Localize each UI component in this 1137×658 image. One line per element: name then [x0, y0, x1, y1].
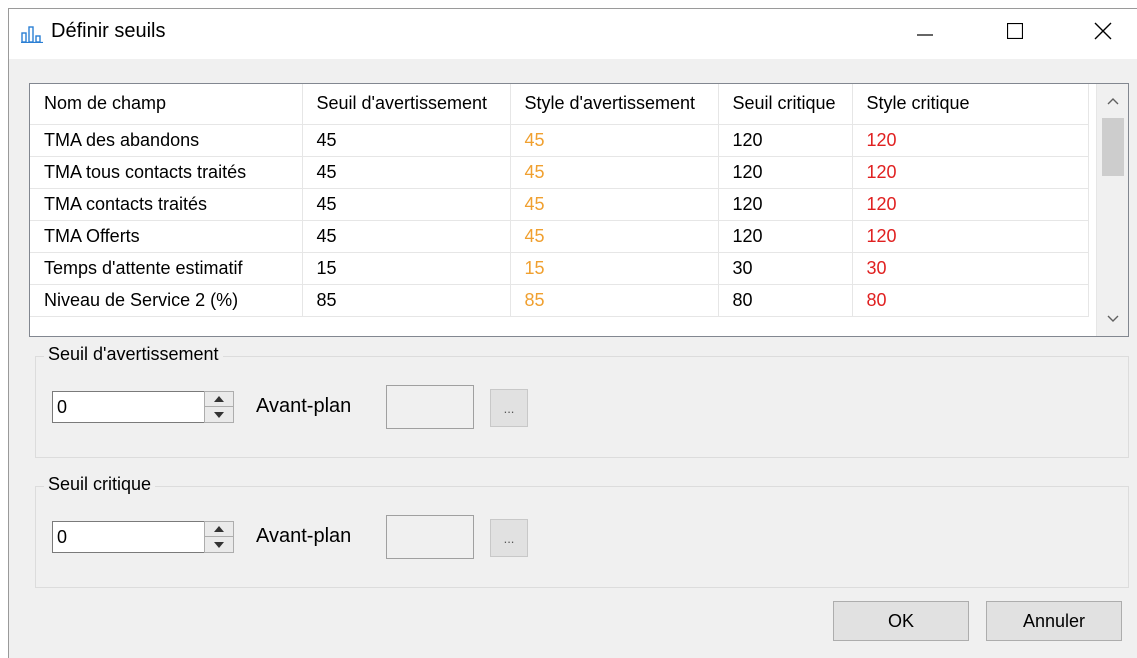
cell-critical-threshold[interactable]: 120: [718, 220, 853, 253]
critical-threshold-group: Seuil critique 0 Avant-plan ...: [35, 474, 1129, 588]
warning-threshold-spinner[interactable]: [204, 391, 234, 423]
column-header[interactable]: Nom de champ: [30, 84, 303, 125]
cell-warning-style[interactable]: 45: [510, 220, 719, 253]
cell-critical-style[interactable]: 30: [852, 252, 1089, 285]
critical-color-browse-button[interactable]: ...: [490, 519, 528, 557]
cell-field-name[interactable]: TMA des abandons: [30, 124, 303, 157]
critical-threshold-input[interactable]: 0: [52, 521, 206, 553]
header-row: Nom de champ Seuil d'avertissement Style…: [30, 84, 1089, 125]
maximize-button[interactable]: [987, 9, 1043, 53]
cell-critical-threshold[interactable]: 120: [718, 124, 853, 157]
cell-critical-style[interactable]: 120: [852, 220, 1089, 253]
cell-critical-style[interactable]: 80: [852, 284, 1089, 317]
cell-warning-style[interactable]: 85: [510, 284, 719, 317]
minimize-button[interactable]: [897, 9, 953, 53]
cell-warning-threshold[interactable]: 45: [302, 124, 511, 157]
cell-warning-threshold[interactable]: 85: [302, 284, 511, 317]
warning-color-browse-button[interactable]: ...: [490, 389, 528, 427]
chevron-up-icon: [1107, 98, 1119, 105]
column-header[interactable]: Style d'avertissement: [510, 84, 719, 125]
cancel-button[interactable]: Annuler: [986, 601, 1122, 641]
chevron-down-icon: [1107, 315, 1119, 322]
vertical-scrollbar[interactable]: [1096, 84, 1128, 336]
cell-field-name[interactable]: TMA contacts traités: [30, 188, 303, 221]
ok-button[interactable]: OK: [833, 601, 969, 641]
cell-critical-threshold[interactable]: 30: [718, 252, 853, 285]
cell-field-name[interactable]: Niveau de Service 2 (%): [30, 284, 303, 317]
cell-warning-threshold[interactable]: 45: [302, 188, 511, 221]
table-row[interactable]: TMA des abandons 45 45 120 120: [30, 124, 1089, 157]
thresholds-grid[interactable]: Nom de champ Seuil d'avertissement Style…: [29, 83, 1129, 337]
cell-field-name[interactable]: TMA Offerts: [30, 220, 303, 253]
warning-color-swatch: [386, 385, 474, 429]
foreground-label: Avant-plan: [256, 525, 352, 547]
cell-critical-style[interactable]: 120: [852, 156, 1089, 189]
table-row[interactable]: Temps d'attente estimatif 15 15 30 30: [30, 252, 1089, 285]
cell-warning-style[interactable]: 45: [510, 124, 719, 157]
cell-critical-threshold[interactable]: 80: [718, 284, 853, 317]
title-bar: Définir seuils: [9, 9, 1137, 59]
critical-threshold-spinner[interactable]: [204, 521, 234, 553]
foreground-label: Avant-plan: [256, 395, 352, 417]
cell-critical-style[interactable]: 120: [852, 124, 1089, 157]
table-row[interactable]: TMA contacts traités 45 45 120 120: [30, 188, 1089, 221]
window-title: Définir seuils: [51, 20, 166, 42]
warning-group-label: Seuil d'avertissement: [44, 344, 223, 365]
spin-down-icon: [214, 411, 224, 418]
table-row[interactable]: TMA Offerts 45 45 120 120: [30, 220, 1089, 253]
scroll-down-button[interactable]: [1097, 302, 1128, 336]
table-row[interactable]: Niveau de Service 2 (%) 85 85 80 80: [30, 284, 1089, 317]
cell-warning-style[interactable]: 45: [510, 188, 719, 221]
cell-critical-threshold[interactable]: 120: [718, 188, 853, 221]
critical-group-label: Seuil critique: [44, 474, 156, 495]
cell-warning-style[interactable]: 15: [510, 252, 719, 285]
critical-color-swatch: [386, 515, 474, 559]
dialog-window: Définir seuils Nom de champ Seuil d'aver…: [8, 8, 1137, 658]
close-icon: [1094, 22, 1112, 40]
scroll-up-button[interactable]: [1097, 84, 1128, 118]
minimize-icon: [917, 34, 933, 36]
spin-up-button[interactable]: [205, 522, 233, 537]
cell-critical-threshold[interactable]: 120: [718, 156, 853, 189]
spin-down-button[interactable]: [205, 537, 233, 552]
maximize-icon: [1007, 23, 1023, 39]
cell-warning-threshold[interactable]: 15: [302, 252, 511, 285]
spin-up-button[interactable]: [205, 392, 233, 407]
cell-warning-threshold[interactable]: 45: [302, 220, 511, 253]
cell-warning-threshold[interactable]: 45: [302, 156, 511, 189]
cell-field-name[interactable]: Temps d'attente estimatif: [30, 252, 303, 285]
column-header[interactable]: Seuil d'avertissement: [302, 84, 511, 125]
table-row[interactable]: TMA tous contacts traités 45 45 120 120: [30, 156, 1089, 189]
cell-warning-style[interactable]: 45: [510, 156, 719, 189]
column-header[interactable]: Seuil critique: [718, 84, 853, 125]
cell-field-name[interactable]: TMA tous contacts traités: [30, 156, 303, 189]
spin-down-button[interactable]: [205, 407, 233, 422]
spin-up-icon: [214, 526, 224, 532]
spin-up-icon: [214, 396, 224, 402]
warning-threshold-group: Seuil d'avertissement 0 Avant-plan ...: [35, 344, 1129, 458]
bar-chart-icon: [21, 26, 43, 43]
close-button[interactable]: [1075, 9, 1131, 53]
thresholds-table: Nom de champ Seuil d'avertissement Style…: [30, 84, 1089, 317]
warning-threshold-input[interactable]: 0: [52, 391, 206, 423]
cell-critical-style[interactable]: 120: [852, 188, 1089, 221]
column-header[interactable]: Style critique: [852, 84, 1089, 125]
spin-down-icon: [214, 541, 224, 548]
scrollbar-thumb[interactable]: [1102, 118, 1124, 176]
